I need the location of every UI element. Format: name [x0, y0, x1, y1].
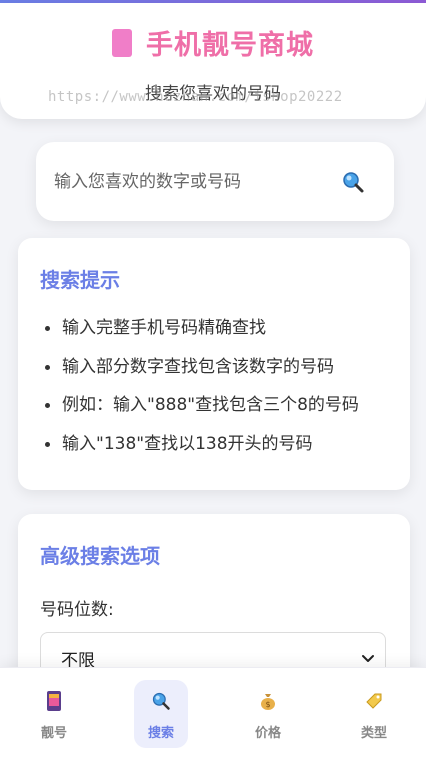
tab-price[interactable]: $ 价格	[241, 680, 295, 748]
search-button[interactable]	[338, 167, 368, 197]
tab-label: 搜索	[147, 726, 174, 741]
header: 手机靓号商城 搜索您喜欢的号码 https://www.huzhan.com/i…	[0, 3, 426, 119]
bottom-tab-bar: 靓号 搜索 $ 价格 类型	[0, 667, 426, 757]
search-input[interactable]	[54, 171, 338, 192]
search-icon	[343, 171, 364, 192]
list-item: 输入部分数字查找包含该数字的号码	[40, 348, 388, 387]
svg-text:$: $	[265, 700, 270, 709]
watermark-url: https://www.huzhan.com/ishop20222	[48, 89, 343, 105]
list-item: 输入"138"查找以138开头的号码	[40, 425, 388, 464]
advanced-title: 高级搜索选项	[40, 544, 160, 568]
tab-label: 价格	[254, 726, 281, 741]
list-item: 例如：输入"888"查找包含三个8的号码	[40, 386, 388, 425]
phone-icon	[43, 690, 65, 712]
tips-title: 搜索提示	[40, 268, 120, 292]
chevron-down-icon	[362, 655, 374, 662]
digits-label: 号码位数:	[40, 600, 114, 620]
search-icon	[150, 690, 172, 712]
tab-label: 类型	[360, 726, 387, 741]
tab-search[interactable]: 搜索	[134, 680, 188, 748]
search-box	[36, 142, 394, 221]
search-tips-card: 搜索提示 输入完整手机号码精确查找 输入部分数字查找包含该数字的号码 例如：输入…	[18, 238, 410, 490]
tab-type[interactable]: 类型	[347, 680, 401, 748]
tips-list: 输入完整手机号码精确查找 输入部分数字查找包含该数字的号码 例如：输入"888"…	[40, 309, 388, 463]
money-bag-icon: $	[257, 690, 279, 712]
tab-label: 靓号	[40, 726, 67, 741]
page-title: 手机靓号商城	[146, 30, 314, 61]
list-item: 输入完整手机号码精确查找	[40, 309, 388, 348]
tab-numbers[interactable]: 靓号	[27, 680, 81, 748]
brand: 手机靓号商城	[0, 23, 426, 62]
tag-icon	[363, 690, 385, 712]
phone-icon	[112, 28, 132, 57]
